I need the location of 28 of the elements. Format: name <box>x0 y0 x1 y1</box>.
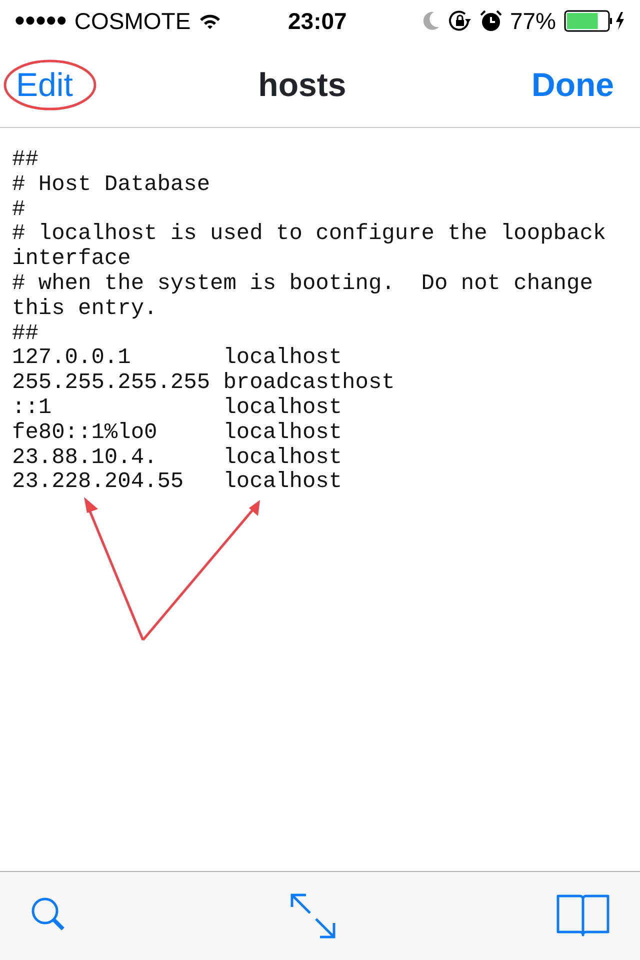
edit-button[interactable]: Edit <box>12 60 77 110</box>
text-line: ## <box>12 148 40 173</box>
text-line: ## <box>12 322 40 346</box>
resize-button[interactable] <box>290 893 336 939</box>
alarm-clock-icon <box>480 10 502 32</box>
text-line: fe80::1%lo0 localhost <box>12 420 344 446</box>
moon-icon <box>422 11 440 31</box>
rotation-lock-icon <box>448 10 472 32</box>
text-line: 255.255.255.255 broadcasthost <box>12 371 396 396</box>
signal-dots: ●●●●● <box>14 8 66 33</box>
text-line: # Host Database <box>12 172 212 198</box>
text-line: 23.88.10.4. localhost <box>12 446 344 470</box>
done-button[interactable]: Done <box>527 60 618 110</box>
text-line: # localhost is used to configure the loopback <box>12 222 608 248</box>
battery-percent: 77% <box>510 6 556 36</box>
text-line: 127.0.0.1 localhost <box>12 346 344 372</box>
carrier-name: COSMOTE <box>74 6 191 36</box>
screen-title: hosts <box>258 64 346 105</box>
text-line: 23.228.204.55 localhost <box>12 470 344 496</box>
status-time: 23:07 <box>288 6 347 36</box>
wifi-icon <box>198 12 221 30</box>
text-line: this entry. <box>12 296 158 322</box>
text-line: # <box>12 198 26 222</box>
text-line: # when the system is booting. Do not change <box>12 272 594 297</box>
battery-icon <box>564 10 626 32</box>
book-button[interactable] <box>556 893 610 939</box>
text-line: interface <box>12 247 132 272</box>
text-line: ::1 localhost <box>12 396 344 421</box>
